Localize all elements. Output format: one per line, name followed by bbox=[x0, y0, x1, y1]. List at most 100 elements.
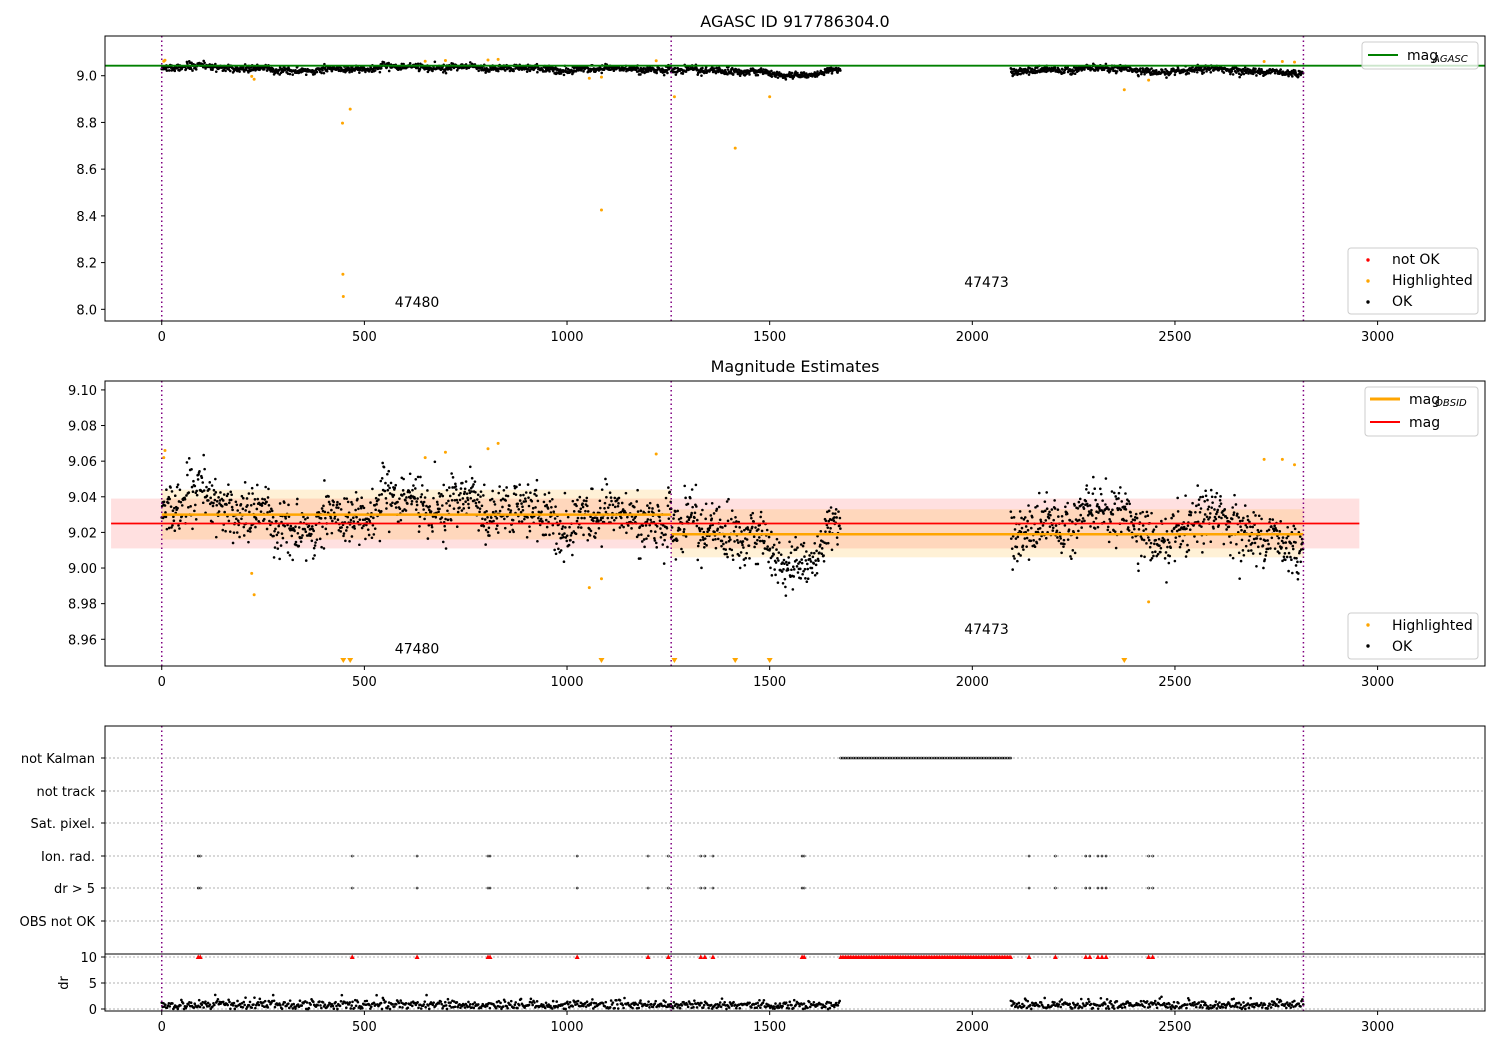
ok-point bbox=[749, 513, 753, 517]
ok-point bbox=[358, 518, 362, 521]
ok-point bbox=[448, 494, 452, 498]
ok-point bbox=[582, 499, 586, 502]
ok-point bbox=[695, 524, 699, 528]
ok-point bbox=[256, 497, 260, 501]
ok-point bbox=[1197, 503, 1200, 507]
ok-point bbox=[692, 519, 695, 523]
dr-point bbox=[417, 1006, 420, 1010]
panel2-line-legend: mag OBSID mag bbox=[1364, 386, 1479, 437]
ok-point bbox=[1079, 513, 1083, 517]
ok-point bbox=[267, 503, 271, 507]
ok-point bbox=[297, 544, 301, 548]
ok-point bbox=[776, 556, 779, 560]
ok-point bbox=[503, 526, 507, 530]
ok-point bbox=[430, 525, 434, 529]
ok-point bbox=[227, 483, 230, 486]
ok-point bbox=[1297, 75, 1300, 78]
dr-point bbox=[535, 1000, 539, 1003]
ok-point bbox=[283, 524, 287, 528]
ok-point bbox=[371, 487, 374, 491]
ok-point bbox=[212, 501, 215, 505]
ok-point bbox=[779, 553, 783, 556]
dr-point bbox=[202, 1006, 205, 1009]
ok-point bbox=[1053, 66, 1057, 70]
ok-point bbox=[721, 526, 724, 529]
ok-point bbox=[752, 535, 756, 539]
ok-point bbox=[605, 482, 609, 486]
ok-point bbox=[380, 477, 384, 480]
ok-point bbox=[734, 516, 737, 519]
ok-point bbox=[720, 539, 724, 543]
ok-point bbox=[655, 546, 659, 549]
ok-point bbox=[679, 516, 683, 520]
ok-point bbox=[783, 577, 787, 581]
ok-point bbox=[508, 504, 511, 508]
ok-point bbox=[610, 516, 614, 520]
ok-point bbox=[1258, 552, 1262, 555]
ok-point bbox=[658, 515, 661, 519]
ok-point bbox=[839, 69, 842, 72]
ok-point bbox=[580, 516, 583, 520]
ok-point bbox=[1144, 515, 1147, 518]
ok-point bbox=[344, 539, 347, 543]
panel1-plot bbox=[105, 36, 1485, 321]
ok-point bbox=[312, 546, 316, 550]
ok-point bbox=[1094, 498, 1097, 502]
ok-point bbox=[380, 493, 384, 496]
ok-point bbox=[794, 535, 797, 539]
ok-point bbox=[614, 516, 618, 520]
ok-point bbox=[1146, 514, 1150, 518]
ok-point bbox=[674, 558, 678, 561]
ok-point bbox=[275, 519, 278, 523]
ok-point bbox=[1084, 499, 1088, 503]
ok-point bbox=[285, 541, 288, 544]
ok-point bbox=[1124, 508, 1128, 511]
dr-point bbox=[590, 1001, 593, 1005]
dr-point bbox=[509, 1003, 512, 1007]
ok-point bbox=[187, 491, 191, 494]
ok-point bbox=[625, 531, 628, 535]
dr-point bbox=[555, 1000, 559, 1003]
ok-point bbox=[441, 504, 444, 507]
ok-point bbox=[259, 510, 263, 513]
ok-point bbox=[668, 490, 672, 494]
ok-point bbox=[1170, 516, 1173, 520]
ok-point bbox=[1136, 562, 1140, 566]
ok-point bbox=[300, 536, 303, 540]
ok-point bbox=[1139, 67, 1142, 70]
ok-point bbox=[1173, 559, 1177, 563]
ok-point bbox=[162, 500, 166, 504]
ok-point bbox=[1184, 555, 1188, 558]
ok-point bbox=[459, 491, 462, 495]
ok-point bbox=[1158, 544, 1161, 547]
ok-point bbox=[1201, 495, 1205, 499]
ok-point bbox=[640, 540, 644, 543]
ok-point bbox=[529, 491, 532, 495]
ok-point bbox=[646, 504, 649, 507]
ok-point bbox=[466, 498, 470, 502]
obsid-label: 47480 bbox=[395, 642, 440, 658]
ok-point bbox=[527, 504, 531, 508]
ok-point bbox=[266, 496, 270, 499]
ok-point bbox=[170, 490, 174, 493]
dr-point bbox=[571, 1005, 575, 1008]
ok-point bbox=[710, 517, 714, 521]
ok-point bbox=[636, 488, 639, 492]
ok-point bbox=[426, 537, 430, 540]
ok-point bbox=[480, 504, 484, 508]
ok-point bbox=[404, 499, 407, 502]
ok-point bbox=[805, 562, 809, 566]
ok-point bbox=[1268, 518, 1272, 521]
ok-point bbox=[1271, 518, 1275, 521]
ok-point bbox=[767, 560, 770, 564]
ok-point bbox=[1229, 541, 1233, 544]
ok-point bbox=[333, 517, 336, 520]
ok-point bbox=[205, 494, 209, 498]
y-tick-label: 9.04 bbox=[68, 491, 97, 506]
ok-point bbox=[523, 517, 526, 521]
ok-point bbox=[330, 508, 333, 512]
ok-point bbox=[716, 527, 720, 531]
ok-point bbox=[1099, 487, 1102, 491]
dr-point bbox=[608, 1006, 612, 1009]
ok-point bbox=[1273, 524, 1276, 528]
